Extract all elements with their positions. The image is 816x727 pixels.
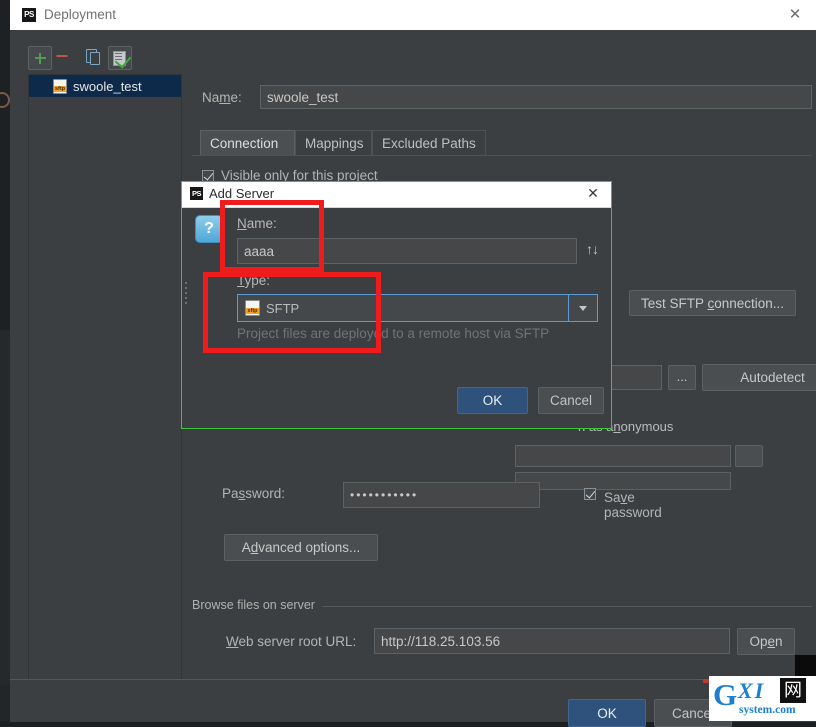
tab-excluded-paths[interactable]: Excluded Paths [372, 130, 486, 155]
sftp-icon [53, 78, 67, 94]
watermark-domain: system.com [739, 704, 796, 716]
server-list[interactable]: swoole_test [28, 74, 182, 698]
url-input[interactable]: http://118.25.103.56 [374, 628, 730, 654]
watermark-initials: XI [738, 678, 766, 703]
window-title: Deployment [44, 7, 117, 22]
add-server-title: Add Server [209, 186, 275, 201]
advanced-options-button[interactable]: Advanced options... [224, 534, 378, 561]
watermark: G XI 网 system.com [709, 676, 816, 721]
dialog-cancel-button[interactable]: Cancel [538, 387, 604, 414]
name-row: Name: swoole_test [202, 85, 812, 109]
watermark-cjk: 网 [780, 678, 806, 703]
up-down-arrows-icon[interactable]: ↑↓ [586, 241, 599, 257]
background-ide-strip [0, 0, 10, 721]
window-titlebar: PS Deployment ✕ [10, 0, 816, 31]
add-server-button[interactable] [28, 46, 52, 70]
browse-dots-button[interactable]: ... [668, 365, 696, 390]
tab-bar: Connection Mappings Excluded Paths [200, 130, 812, 156]
dialog-hint-text: Project files are deployed to a remote h… [237, 326, 550, 341]
dialog-name-label: Name: [237, 216, 277, 231]
chevron-down-icon[interactable] [568, 295, 597, 321]
tab-connection[interactable]: Connection [200, 130, 295, 155]
add-server-dialog: PS Add Server ✕ ? Name: aaaa ↑↓ Type: SF… [181, 181, 612, 429]
autodetect-button[interactable]: Autodetect [702, 364, 816, 391]
close-icon[interactable]: ✕ [585, 185, 601, 201]
server-name-label: swoole_test [73, 78, 142, 94]
copy-server-button[interactable] [82, 46, 104, 68]
ide-strip-bottom [0, 330, 10, 685]
minus-icon [56, 55, 67, 57]
remove-server-button[interactable] [56, 46, 78, 68]
occluded-button-upper[interactable] [735, 445, 763, 467]
tab-underline [192, 155, 812, 156]
group-divider [322, 606, 812, 607]
occluded-field-upper[interactable] [515, 445, 731, 467]
save-password-label: Save password [604, 490, 662, 520]
phpstorm-icon: PS [190, 187, 203, 200]
name-label: Name: [202, 89, 242, 105]
ok-button[interactable]: OK [568, 699, 646, 727]
question-mark-icon: ? [195, 215, 223, 243]
save-password-checkbox[interactable]: Save password [584, 486, 662, 520]
resize-grip[interactable] [185, 282, 187, 304]
watermark-letter: G [713, 677, 738, 712]
password-label: Password: [222, 486, 286, 501]
dialog-type-combobox[interactable]: SFTP [237, 294, 598, 322]
checkbox-icon [584, 488, 596, 500]
dialog-button-bar: OK Cancel [10, 679, 816, 727]
dialog-type-label: Type: [237, 273, 271, 288]
dialog-type-value: SFTP [266, 300, 300, 316]
browse-group-label: Browse files on server [192, 598, 315, 612]
ide-strip-top [0, 0, 10, 330]
set-default-button[interactable] [108, 46, 132, 70]
copy-icon [86, 49, 100, 65]
url-label: Web server root URL: [226, 634, 357, 649]
phpstorm-icon: PS [22, 8, 36, 22]
open-button[interactable]: Open [737, 628, 795, 655]
dialog-ok-button[interactable]: OK [457, 387, 528, 414]
list-item[interactable]: swoole_test [29, 75, 181, 97]
dialog-name-input[interactable]: aaaa [237, 238, 577, 264]
add-server-titlebar: PS Add Server ✕ [182, 182, 611, 208]
close-icon[interactable]: ✕ [786, 6, 804, 24]
name-input[interactable]: swoole_test [260, 85, 812, 109]
sftp-icon [245, 300, 260, 316]
tab-mappings[interactable]: Mappings [295, 130, 372, 155]
server-list-toolbar [28, 46, 136, 70]
password-field[interactable]: ••••••••••• [343, 482, 540, 508]
password-row: Password: ••••••••••• Save password [202, 482, 762, 520]
test-sftp-connection-button[interactable]: Test SFTP connection... [629, 290, 796, 316]
